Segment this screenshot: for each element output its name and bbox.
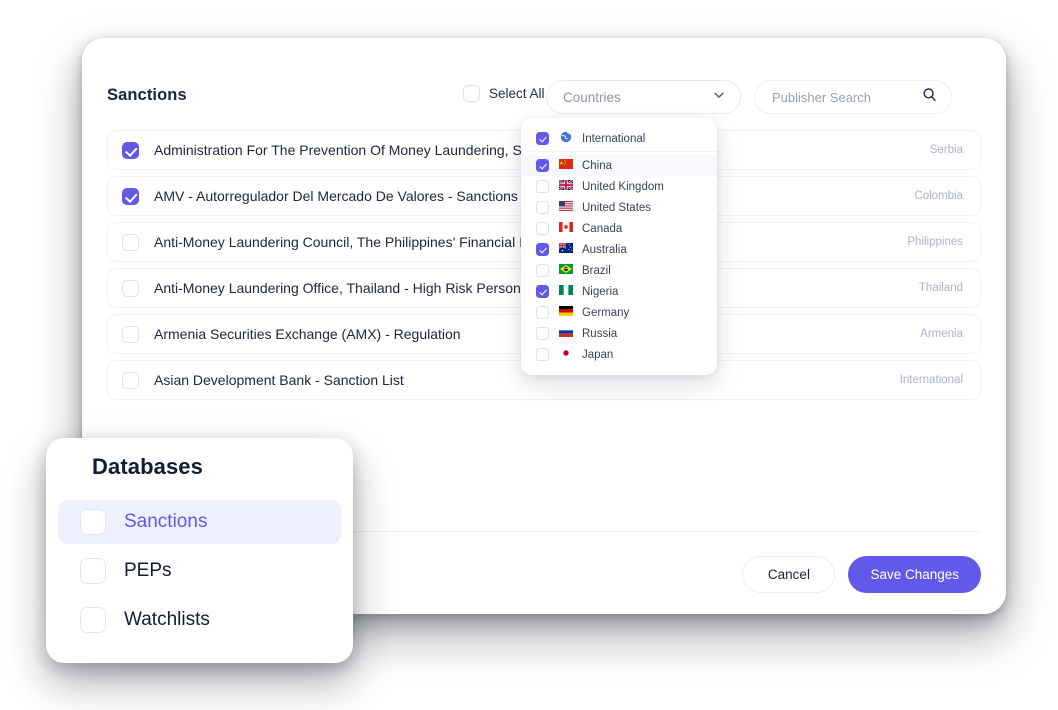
publisher-row-country: International	[899, 374, 963, 386]
search-icon[interactable]	[922, 87, 937, 107]
country-option-label: United Kingdom	[582, 180, 664, 193]
country-option-checkbox[interactable]	[536, 327, 549, 340]
country-option[interactable]: Brazil	[521, 260, 717, 281]
select-all-label: Select All	[489, 86, 545, 101]
databases-title: Databases	[92, 454, 203, 479]
country-option-checkbox[interactable]	[536, 243, 549, 256]
flag-united-kingdom-icon	[557, 179, 574, 193]
country-option-checkbox[interactable]	[536, 222, 549, 235]
publisher-row-country: Colombia	[914, 190, 963, 202]
flag-russia-icon	[558, 327, 573, 340]
country-option-checkbox[interactable]	[536, 132, 549, 145]
country-option-label: China	[582, 159, 613, 172]
sidebar-item-watchlists[interactable]: Watchlists	[58, 598, 341, 642]
country-option-checkbox[interactable]	[536, 285, 549, 298]
flag-canada-icon	[558, 222, 573, 235]
panel-header: Sanctions Select All Countries	[107, 80, 981, 114]
countries-dropdown-menu[interactable]: International China United Kingdom United S…	[521, 118, 717, 375]
country-option[interactable]: Japan	[521, 344, 717, 365]
country-option-label: Nigeria	[582, 285, 619, 298]
country-option-label: Canada	[582, 222, 623, 235]
sidebar-item-label: Watchlists	[124, 609, 210, 630]
page-title: Sanctions	[107, 86, 187, 104]
country-option[interactable]: Australia	[521, 239, 717, 260]
country-option-checkbox[interactable]	[536, 159, 549, 172]
database-checkbox[interactable]	[80, 558, 106, 584]
country-option[interactable]: United States	[521, 197, 717, 218]
sidebar-item-label: Sanctions	[124, 511, 208, 532]
flag-united-states-icon	[558, 201, 573, 214]
sidebar-item-sanctions[interactable]: Sanctions	[58, 500, 341, 544]
publisher-search-field[interactable]	[754, 80, 952, 114]
country-option-checkbox[interactable]	[536, 201, 549, 214]
country-option[interactable]: Canada	[521, 218, 717, 239]
country-option-checkbox[interactable]	[536, 306, 549, 319]
publisher-row-country: Armenia	[920, 328, 963, 340]
cancel-button[interactable]: Cancel	[742, 556, 836, 593]
country-option-label: International	[582, 132, 646, 145]
country-option-label: Germany	[582, 306, 630, 319]
sidebar-item-label: PEPs	[124, 560, 172, 581]
country-option-label: Brazil	[582, 264, 611, 277]
publisher-row-label: AMV - Autorregulador Del Mercado De Valo…	[154, 188, 518, 204]
flag-australia-icon	[558, 242, 573, 256]
footer-actions: Cancel Save Changes	[742, 556, 981, 593]
country-option-checkbox[interactable]	[536, 264, 549, 277]
select-all-checkbox[interactable]	[463, 85, 480, 102]
flag-germany-icon	[558, 306, 573, 319]
publisher-row-checkbox[interactable]	[122, 371, 139, 389]
country-option[interactable]: International	[521, 126, 717, 152]
publisher-row-label: Asian Development Bank - Sanction List	[154, 372, 404, 388]
country-option-checkbox[interactable]	[536, 180, 549, 193]
database-checkbox[interactable]	[80, 607, 106, 633]
publisher-row-checkbox[interactable]	[122, 141, 139, 159]
countries-selected-value: Countries	[563, 89, 621, 105]
globe-icon-icon	[558, 131, 573, 146]
databases-card: Databases Sanctions PEPs Watchlists	[46, 438, 353, 663]
publisher-row-country: Serbia	[929, 144, 963, 156]
country-option-label: Australia	[582, 243, 627, 256]
country-option[interactable]: United Kingdom	[521, 176, 717, 197]
publisher-row-country: Thailand	[918, 282, 963, 294]
select-all-control[interactable]: Select All	[463, 85, 545, 102]
country-option-label: United States	[582, 201, 652, 214]
publisher-row-label: Anti-Money Laundering Office, Thailand -…	[154, 280, 554, 296]
country-option[interactable]: Germany	[521, 302, 717, 323]
country-option[interactable]: China	[521, 155, 717, 176]
sidebar-item-peps[interactable]: PEPs	[58, 549, 341, 593]
publisher-row-country: Philippines	[907, 236, 963, 248]
country-option-label: Russia	[582, 327, 618, 340]
databases-list: Sanctions PEPs Watchlists	[58, 500, 341, 647]
publisher-row-label: Administration For The Prevention Of Mon…	[154, 142, 553, 158]
flag-nigeria-icon	[558, 285, 573, 298]
flag-japan-icon	[558, 348, 573, 361]
country-option[interactable]: Russia	[521, 323, 717, 344]
country-option-checkbox[interactable]	[536, 348, 549, 361]
database-checkbox[interactable]	[80, 509, 106, 535]
publisher-row-label: Armenia Securities Exchange (AMX) - Regu…	[154, 326, 461, 342]
publisher-row-checkbox[interactable]	[122, 325, 139, 343]
countries-dropdown-trigger[interactable]: Countries	[546, 80, 741, 114]
publisher-row-checkbox[interactable]	[122, 279, 139, 297]
flag-china-icon	[558, 159, 573, 172]
publisher-row-checkbox[interactable]	[122, 233, 139, 251]
country-option-label: Japan	[582, 348, 614, 361]
flag-brazil-icon	[558, 264, 573, 277]
screen-root: Sanctions Select All Countries Publisher…	[0, 0, 1058, 710]
publisher-row-checkbox[interactable]	[122, 187, 139, 205]
save-changes-button[interactable]: Save Changes	[848, 556, 981, 593]
publisher-search-input[interactable]	[772, 89, 922, 105]
country-option[interactable]: Nigeria	[521, 281, 717, 302]
chevron-down-icon[interactable]	[712, 88, 726, 107]
